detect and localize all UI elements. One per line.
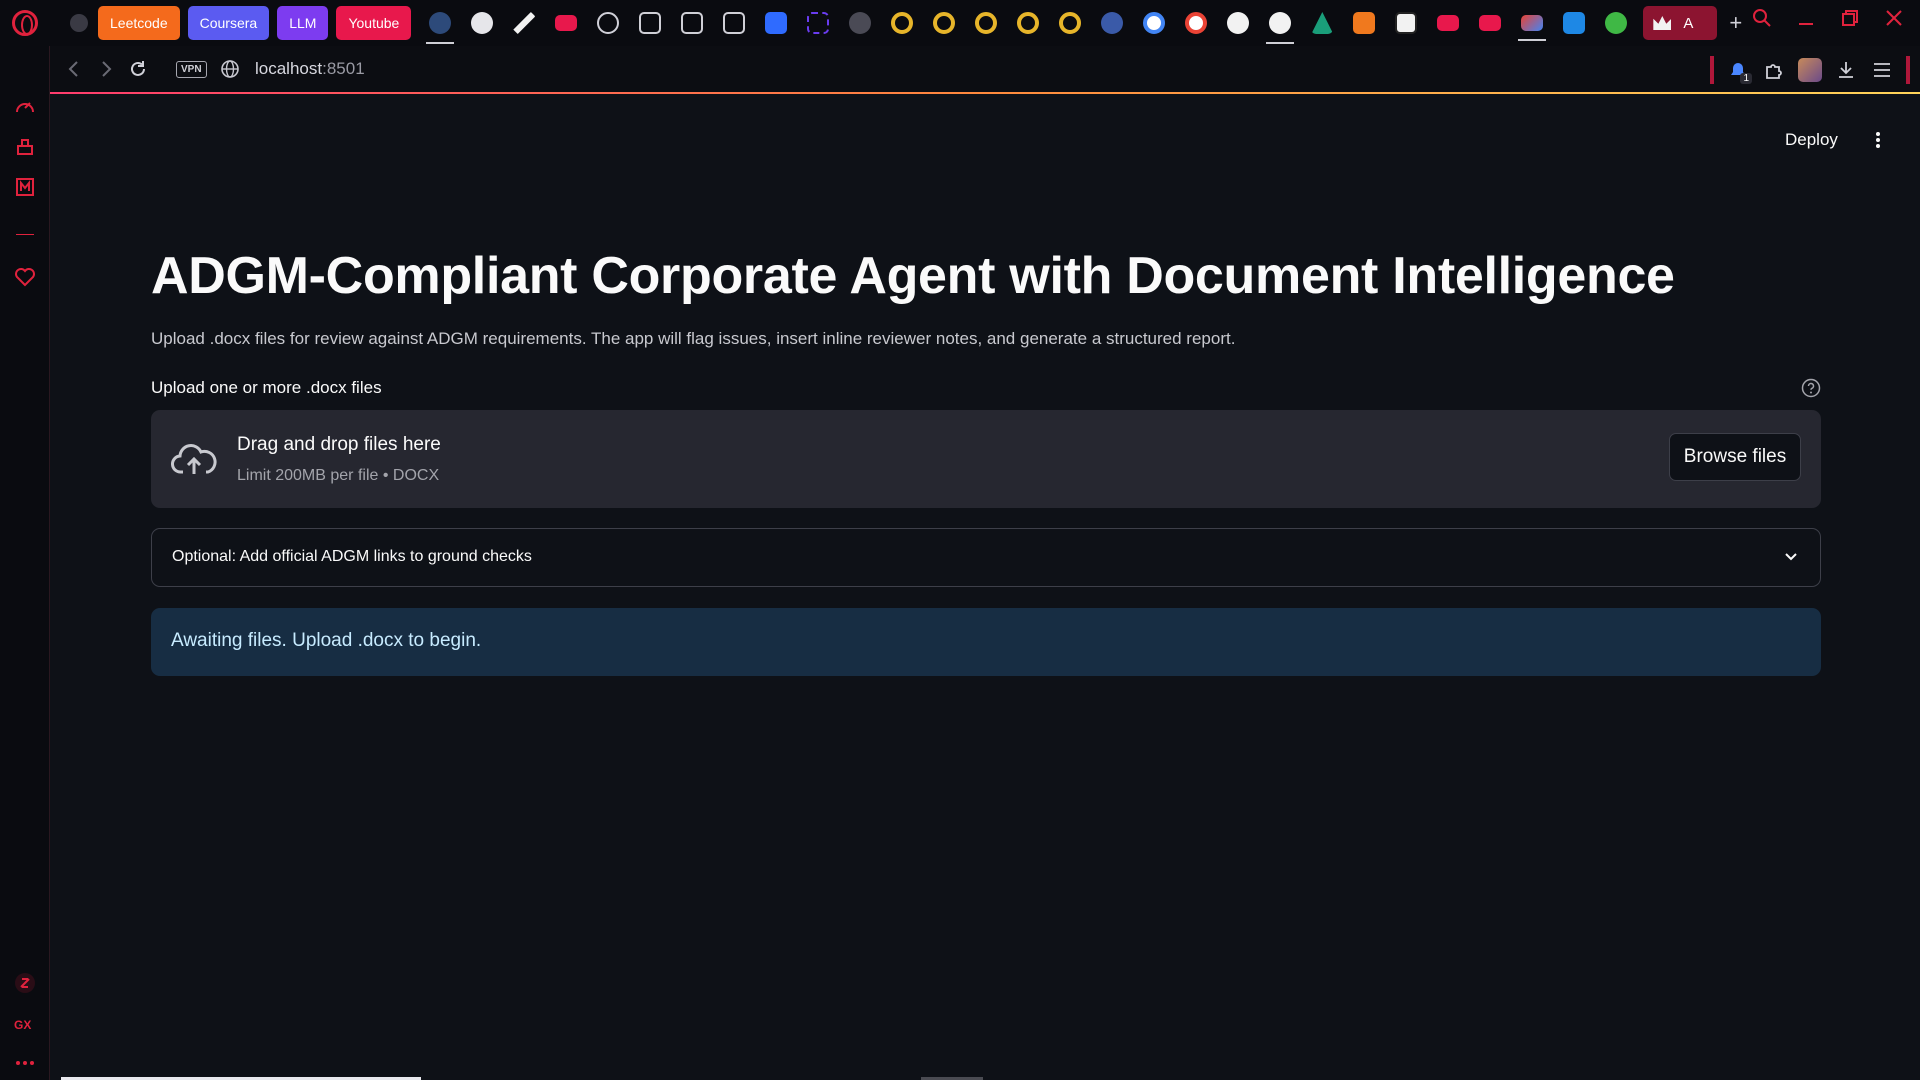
- reload-icon[interactable]: [128, 59, 148, 79]
- pinned-tab-bird-icon[interactable]: [1101, 12, 1124, 34]
- pinned-tab-yellow-icon[interactable]: [933, 12, 956, 34]
- heart-icon[interactable]: [14, 266, 36, 288]
- pinned-tab-google-icon[interactable]: [1185, 12, 1208, 34]
- search-icon[interactable]: [1752, 8, 1772, 28]
- browse-files-button[interactable]: Browse files: [1669, 433, 1801, 481]
- browser-tab-strip: Leetcode Coursera LLM Youtube A +: [0, 0, 1920, 46]
- pinned-tab-drive-icon[interactable]: [1311, 12, 1334, 34]
- tab-group-label: LLM: [289, 15, 317, 31]
- site-info-globe-icon[interactable]: [220, 59, 240, 79]
- easy-setup-menu-icon[interactable]: [1870, 58, 1894, 82]
- more-horizontal-icon[interactable]: [14, 1052, 36, 1074]
- pinned-tab-cc-icon[interactable]: [681, 12, 704, 34]
- url-host: localhost: [255, 59, 323, 78]
- toolbar-divider: [1710, 56, 1714, 84]
- pinned-tab-globe-icon[interactable]: [849, 12, 872, 34]
- pinned-tab-yellow-icon[interactable]: [1017, 12, 1040, 34]
- uploader-label: Upload one or more .docx files: [151, 378, 382, 397]
- pinned-tab-github-icon[interactable]: [1227, 12, 1250, 34]
- pinned-tab-yellow-icon[interactable]: [891, 12, 914, 34]
- streamlit-app: Deploy ADGM-Compliant Corporate Agent wi…: [51, 96, 1920, 1080]
- restore-icon[interactable]: [1840, 8, 1860, 28]
- tab-group-label: Youtube: [348, 15, 400, 31]
- tab-group-youtube[interactable]: Youtube: [336, 6, 412, 40]
- minimize-icon[interactable]: [1796, 8, 1816, 28]
- active-tab[interactable]: A: [1643, 6, 1718, 40]
- pinned-tab-code-icon[interactable]: [807, 12, 830, 34]
- dropzone-title: Drag and drop files here: [237, 434, 441, 455]
- opera-gx-logo-icon[interactable]: [12, 10, 38, 36]
- pinned-tab-yellow-icon[interactable]: [1059, 12, 1082, 34]
- pinned-tab-notion-icon[interactable]: [1395, 12, 1418, 34]
- adgm-links-expander[interactable]: Optional: Add official ADGM links to gro…: [151, 528, 1821, 587]
- cloud-upload-icon: [171, 444, 217, 474]
- extension-area: 1: [1710, 56, 1910, 84]
- back-icon[interactable]: [64, 59, 84, 79]
- page-title: ADGM-Compliant Corporate Agent with Docu…: [151, 247, 1675, 305]
- intro-text: Upload .docx files for review against AD…: [151, 329, 1236, 348]
- expander-label: Optional: Add official ADGM links to gro…: [172, 548, 532, 565]
- pinned-tab-youtube-icon[interactable]: [555, 15, 578, 31]
- active-tab-label: A: [1683, 14, 1694, 32]
- pinned-tab-youtube-icon[interactable]: [1479, 15, 1502, 31]
- tab-group-llm[interactable]: LLM: [277, 6, 329, 40]
- pinned-tab-google-icon[interactable]: [1143, 12, 1166, 34]
- pinned-tab-yellow-icon[interactable]: [975, 12, 998, 34]
- url-field[interactable]: localhost:8501: [255, 59, 365, 79]
- browser-sidebar: GX: [0, 46, 50, 1080]
- extension-badge-count: 1: [1740, 73, 1752, 84]
- profile-avatar[interactable]: [1798, 58, 1822, 82]
- m-app-icon[interactable]: [14, 176, 36, 198]
- extensions-puzzle-icon[interactable]: [1762, 58, 1786, 82]
- tab-group-leetcode[interactable]: Leetcode: [98, 6, 180, 40]
- pinned-tab-cc-icon[interactable]: [639, 12, 662, 34]
- vpn-badge[interactable]: VPN: [176, 61, 207, 78]
- pinned-tab-cc-icon[interactable]: [723, 12, 746, 34]
- info-alert: Awaiting files. Upload .docx to begin.: [151, 608, 1821, 676]
- tab-group-label: Coursera: [199, 15, 258, 31]
- help-icon[interactable]: [1801, 378, 1821, 398]
- sidebar-divider: [16, 234, 34, 235]
- toolbar-divider: [1906, 56, 1910, 84]
- pinned-tab-github-icon[interactable]: [1266, 12, 1295, 44]
- tab-group-label: Leetcode: [110, 15, 168, 31]
- tab-group-coursera[interactable]: Coursera: [187, 6, 270, 40]
- cleaner-icon[interactable]: [14, 136, 36, 158]
- window-controls: [1752, 8, 1904, 28]
- gx-control-icon[interactable]: [14, 972, 36, 994]
- url-port: :8501: [322, 59, 365, 78]
- pinned-tab-s-icon[interactable]: [1353, 12, 1376, 34]
- pinned-tab-openai-icon[interactable]: [471, 12, 494, 34]
- pinned-tab-youtube-icon[interactable]: [1437, 15, 1460, 31]
- pinned-tab-y-icon[interactable]: [765, 12, 788, 34]
- chevron-down-icon: [1785, 553, 1797, 561]
- pinned-tab-gmail-icon[interactable]: [1518, 15, 1547, 41]
- dropzone-subtitle: Limit 200MB per file • DOCX: [237, 467, 440, 484]
- forward-icon[interactable]: [96, 59, 116, 79]
- pinned-tab-is-icon[interactable]: [1563, 12, 1586, 34]
- deploy-button[interactable]: Deploy: [1785, 130, 1838, 150]
- file-dropzone[interactable]: Drag and drop files here Limit 200MB per…: [151, 410, 1821, 508]
- main-menu-kebab-icon[interactable]: [1868, 130, 1888, 150]
- pinned-tab-chat-icon[interactable]: [426, 12, 455, 44]
- crown-icon: [1653, 16, 1672, 30]
- speed-dial-icon[interactable]: [14, 96, 36, 118]
- bell-extension-icon[interactable]: 1: [1726, 58, 1752, 84]
- new-tab-button[interactable]: +: [1729, 10, 1742, 36]
- download-icon[interactable]: [1834, 58, 1858, 82]
- info-message: Awaiting files. Upload .docx to begin.: [171, 630, 482, 651]
- gx-corner-label[interactable]: GX: [14, 1018, 36, 1040]
- pinned-tab-upwork-icon[interactable]: [1605, 12, 1628, 34]
- pinned-tab-lambda-icon[interactable]: [597, 12, 620, 34]
- close-icon[interactable]: [1884, 8, 1904, 28]
- address-bar: VPN localhost:8501 1: [50, 46, 1920, 94]
- pinned-tab-globe-icon[interactable]: [70, 14, 88, 32]
- pinned-tab-tool-icon[interactable]: [513, 12, 536, 34]
